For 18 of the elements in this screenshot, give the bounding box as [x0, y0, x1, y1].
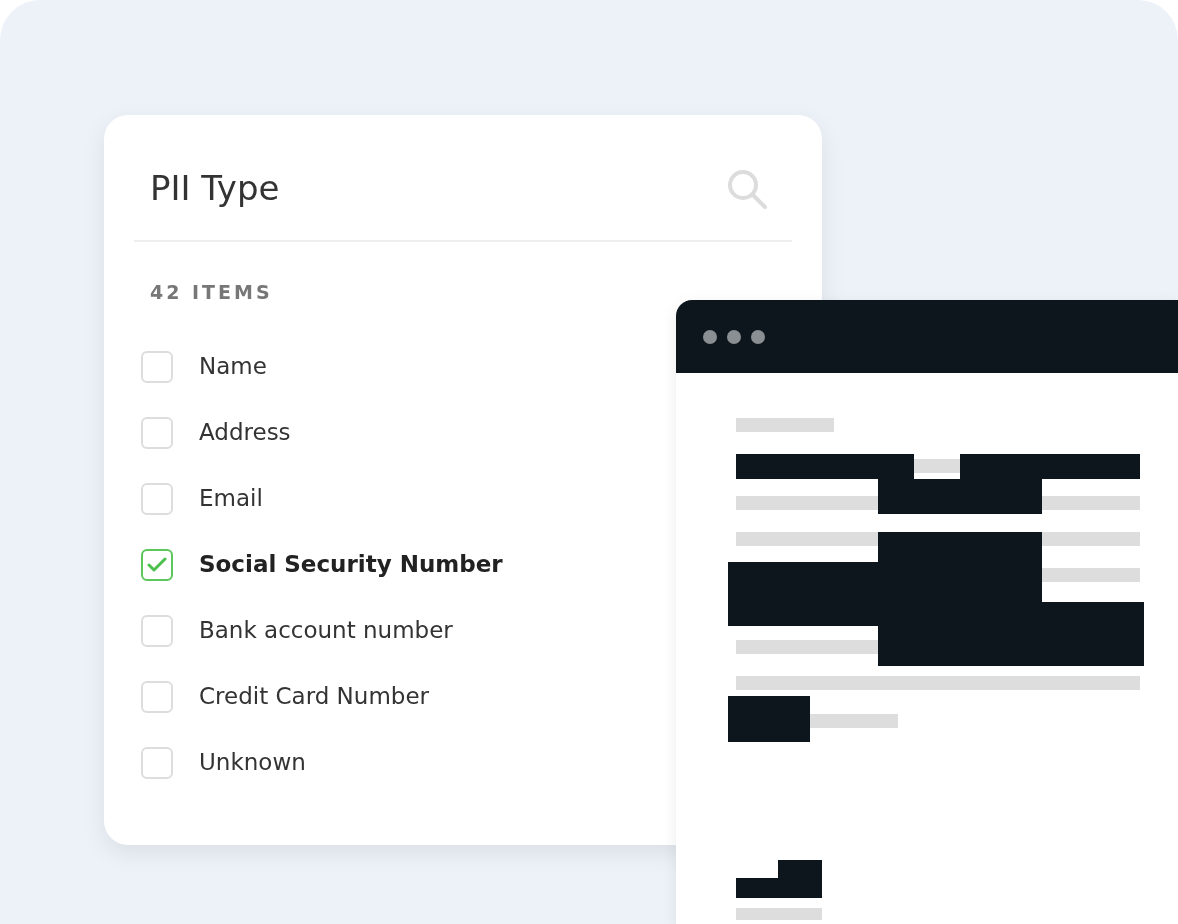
item-label: Address	[199, 418, 291, 448]
item-label: Unknown	[199, 748, 306, 778]
panel-title: PII Type	[150, 167, 280, 210]
checkbox[interactable]	[141, 416, 173, 449]
item-label: Email	[199, 484, 263, 514]
item-count: 42 ITEMS	[150, 280, 274, 305]
search-icon[interactable]	[726, 167, 768, 210]
checkbox[interactable]	[141, 746, 173, 779]
checkbox[interactable]	[141, 548, 173, 581]
checkbox[interactable]	[141, 482, 173, 515]
item-label: Credit Card Number	[199, 682, 429, 712]
checkbox[interactable]	[141, 350, 173, 383]
item-label: Name	[199, 352, 267, 382]
checkbox[interactable]	[141, 614, 173, 647]
checkbox[interactable]	[141, 680, 173, 713]
check-icon	[147, 556, 167, 573]
item-label: Social Security Number	[199, 550, 503, 580]
item-label: Bank account number	[199, 616, 453, 646]
